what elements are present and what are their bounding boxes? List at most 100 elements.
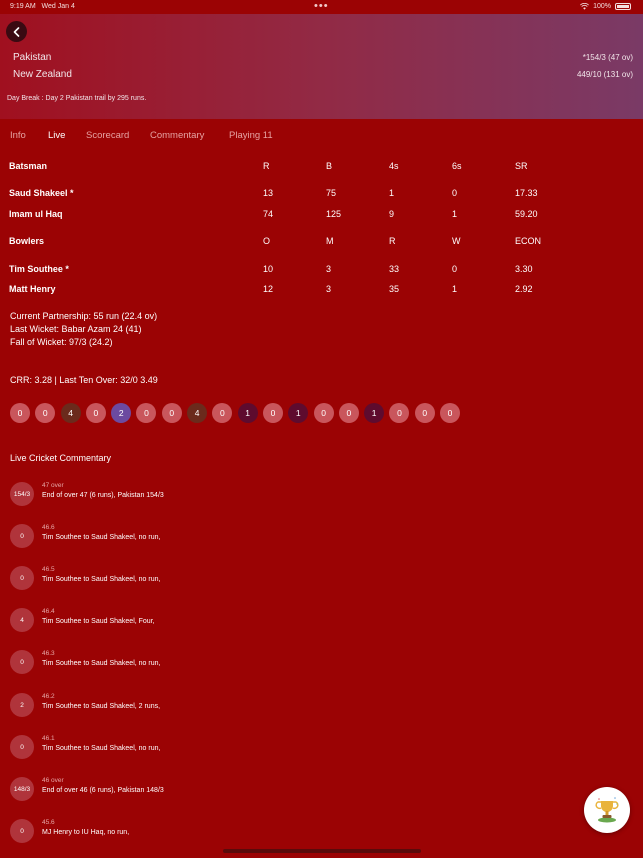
ball-result: 0 — [136, 403, 157, 423]
batting-header-sixes: 6s — [452, 161, 462, 171]
team-2-score: 449/10 (131 ov) — [576, 70, 633, 79]
commentary-item: 4 46.4 Tim Southee to Saud Shakeel, Four, — [10, 608, 410, 632]
batsman-balls: 75 — [326, 188, 337, 198]
ball-result: 0 — [389, 403, 410, 423]
ball-result: 1 — [364, 403, 385, 423]
batting-header-runs: R — [263, 161, 270, 171]
commentary-text: Tim Southee to Saud Shakeel, no run, — [42, 576, 161, 583]
commentary-badge: 148/3 — [10, 777, 34, 801]
batsman-fours: 9 — [389, 209, 395, 219]
team-1-score: *154/3 (47 ov) — [582, 53, 633, 62]
commentary-text: Tim Southee to Saud Shakeel, no run, — [42, 660, 161, 667]
ball-result: 0 — [212, 403, 233, 423]
trophy-fab-button[interactable] — [584, 787, 630, 833]
home-indicator[interactable] — [223, 849, 421, 853]
bowling-header-runs: R — [389, 236, 396, 246]
commentary-over: 46.5 — [42, 566, 55, 573]
ball-result: 0 — [161, 403, 182, 423]
last-wicket: Last Wicket: Babar Azam 24 (41) — [10, 324, 142, 334]
commentary-text: Tim Southee to Saud Shakeel, Four, — [42, 618, 155, 625]
commentary-over: 46.1 — [42, 735, 55, 742]
batting-header-balls: B — [326, 161, 333, 171]
ball-result: 1 — [237, 403, 258, 423]
status-time: 9:19 AM Wed Jan 4 — [10, 3, 75, 10]
ball-result: 0 — [414, 403, 435, 423]
bowler-econ: 2.92 — [515, 284, 533, 294]
team-1-name: Pakistan — [13, 52, 52, 63]
commentary-over: 47 over — [42, 482, 64, 489]
battery-icon — [615, 3, 631, 10]
ball-result: 0 — [85, 403, 106, 423]
tab-bar: Info Live Scorecard Commentary Playing 1… — [0, 130, 643, 144]
batsman-sr: 17.33 — [515, 188, 538, 198]
commentary-text: Tim Southee to Saud Shakeel, 2 runs, — [42, 703, 161, 710]
bowler-runs: 35 — [389, 284, 400, 294]
batsman-fours: 1 — [389, 188, 395, 198]
commentary-title: Live Cricket Commentary — [10, 453, 112, 463]
battery-percent: 100% — [593, 3, 611, 10]
commentary-item: 154/3 47 over End of over 47 (6 runs), Pak… — [10, 482, 410, 506]
commentary-badge: 0 — [10, 650, 34, 674]
batsman-runs: 74 — [263, 209, 274, 219]
commentary-badge: 2 — [10, 693, 34, 717]
bowler-wickets: 0 — [452, 264, 458, 274]
back-button[interactable] — [6, 21, 27, 42]
ball-result: 0 — [35, 403, 56, 423]
bowling-header-maidens: M — [326, 236, 334, 246]
run-rate: CRR: 3.28 | Last Ten Over: 32/0 3.49 — [10, 375, 158, 385]
tab-live[interactable]: Live — [48, 130, 65, 141]
wifi-icon — [580, 3, 590, 10]
current-partnership: Current Partnership: 55 run (22.4 ov) — [10, 311, 158, 321]
batsman-balls: 125 — [326, 209, 342, 219]
tab-scorecard[interactable]: Scorecard — [86, 130, 129, 141]
commentary-item: 2 46.2 Tim Southee to Saud Shakeel, 2 runs… — [10, 693, 410, 717]
bowling-header-econ: ECON — [515, 236, 542, 246]
batting-header-sr: SR — [515, 161, 528, 171]
clock-text: 9:19 AM — [10, 3, 36, 10]
match-header: Pakistan *154/3 (47 ov) New Zealand 449/… — [0, 14, 643, 119]
commentary-over: 45.6 — [42, 819, 55, 826]
commentary-item: 0 45.6 MJ Henry to IU Haq, no run, — [10, 819, 410, 843]
ball-result: 0 — [262, 403, 283, 423]
commentary-over: 46.2 — [42, 693, 55, 700]
batsman-name: Saud Shakeel * — [9, 188, 74, 198]
tab-commentary[interactable]: Commentary — [150, 130, 204, 141]
commentary-badge: 4 — [10, 608, 34, 632]
fall-of-wicket: Fall of Wicket: 97/3 (24.2) — [10, 337, 113, 347]
commentary-text: MJ Henry to IU Haq, no run, — [42, 829, 130, 836]
ball-result: 0 — [10, 403, 30, 423]
date-text: Wed Jan 4 — [41, 3, 75, 10]
commentary-text: Tim Southee to Saud Shakeel, no run, — [42, 534, 161, 541]
multitask-dots[interactable]: ••• — [314, 0, 329, 12]
commentary-text: End of over 47 (6 runs), Pakistan 154/3 — [42, 492, 164, 499]
bowler-overs: 10 — [263, 264, 274, 274]
batsman-sixes: 0 — [452, 188, 458, 198]
commentary-text: Tim Southee to Saud Shakeel, no run, — [42, 745, 161, 752]
commentary-badge: 154/3 — [10, 482, 34, 506]
tab-playing-11[interactable]: Playing 11 — [229, 130, 273, 141]
ball-result: 1 — [288, 403, 309, 423]
batsman-name: Imam ul Haq — [9, 209, 63, 219]
ball-result: 0 — [313, 403, 334, 423]
bowling-header-wickets: W — [452, 236, 461, 246]
batting-header-fours: 4s — [389, 161, 399, 171]
commentary-badge: 0 — [10, 524, 34, 548]
bowler-runs: 33 — [389, 264, 400, 274]
tab-info[interactable]: Info — [10, 130, 26, 141]
ball-result: 4 — [60, 403, 81, 423]
commentary-item: 148/3 46 over End of over 46 (6 runs), Pak… — [10, 777, 410, 801]
bowling-header-overs: O — [263, 236, 271, 246]
commentary-badge: 0 — [10, 819, 34, 843]
commentary-item: 0 46.6 Tim Southee to Saud Shakeel, no run… — [10, 524, 410, 548]
commentary-item: 0 46.1 Tim Southee to Saud Shakeel, no run… — [10, 735, 410, 759]
bowler-overs: 12 — [263, 284, 274, 294]
commentary-over: 46.6 — [42, 524, 55, 531]
commentary-badge: 0 — [10, 566, 34, 590]
bowler-name: Matt Henry — [9, 284, 56, 294]
match-status: Day Break : Day 2 Pakistan trail by 295 … — [7, 95, 147, 102]
bowling-header-bowlers: Bowlers — [9, 236, 45, 246]
ball-result: 2 — [111, 403, 132, 423]
bowler-maidens: 3 — [326, 284, 332, 294]
batsman-sr: 59.20 — [515, 209, 538, 219]
ball-result: 0 — [440, 403, 461, 423]
